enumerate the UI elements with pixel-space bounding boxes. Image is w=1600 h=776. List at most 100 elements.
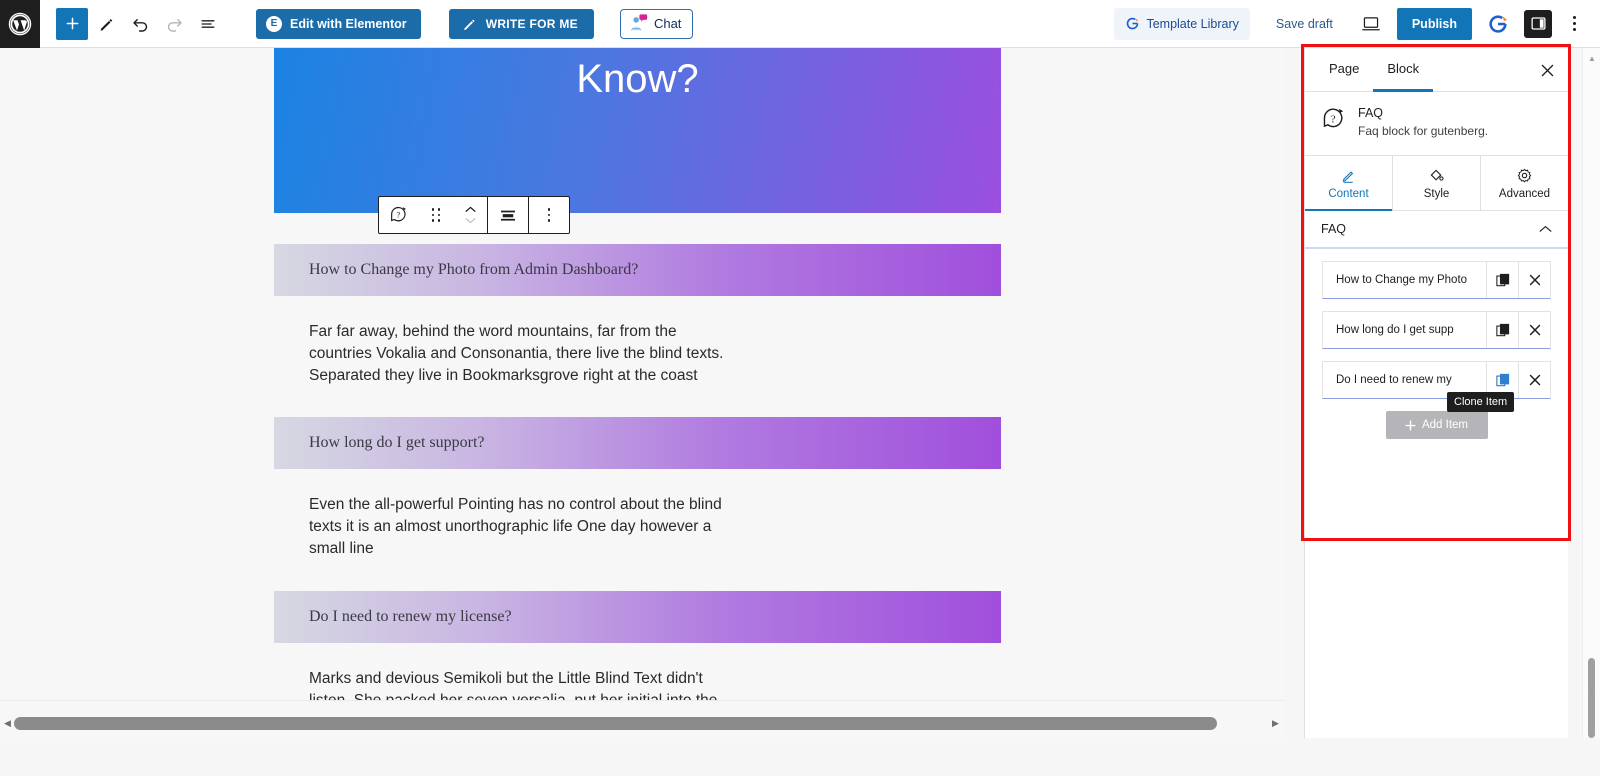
faq-answer-text: Even the all-powerful Pointing has no co… — [309, 496, 722, 557]
faq-section-header[interactable]: FAQ — [1305, 211, 1568, 249]
faq-hero-banner[interactable]: FAQ's: What Will You Need To Know? — [274, 48, 1001, 213]
gear-icon — [1517, 168, 1532, 182]
write-for-me-label: WRITE FOR ME — [485, 16, 578, 31]
block-title: FAQ — [1358, 106, 1384, 120]
faq-items-list: How to Change my Photo How long do I get… — [1305, 249, 1568, 439]
elementor-badge-icon: E — [266, 15, 282, 32]
settings-panel-icon — [1530, 17, 1546, 30]
edit-with-elementor-button[interactable]: E Edit with Elementor — [256, 8, 421, 39]
wordpress-logo-icon[interactable] — [0, 0, 40, 48]
delete-item-button[interactable] — [1518, 262, 1550, 298]
close-icon — [1529, 374, 1540, 386]
more-options-button[interactable] — [1560, 8, 1588, 40]
subtab-style[interactable]: Style — [1393, 156, 1481, 210]
chevron-up-icon[interactable] — [465, 206, 476, 213]
document-overview-button[interactable] — [192, 8, 224, 40]
preview-button[interactable] — [1353, 8, 1389, 40]
edit-tool-button[interactable] — [90, 8, 122, 40]
post-content: FAQ's: What Will You Need To Know? How t… — [274, 48, 1001, 733]
page-title: FAQ's: What Will You Need To Know? — [576, 57, 699, 101]
template-library-icon — [1489, 14, 1508, 33]
subtab-advanced-label: Advanced — [1498, 187, 1551, 200]
svg-text:?: ? — [396, 211, 400, 220]
subtab-style-label: Style — [1423, 187, 1450, 200]
sidebar-tabs: Page Block — [1305, 48, 1568, 92]
triangle-right-icon[interactable]: ▶ — [1272, 718, 1279, 729]
block-toolbar-left-group: ? — [379, 197, 487, 233]
move-block-buttons[interactable] — [453, 206, 487, 224]
block-description: Faq block for gutenberg. — [1358, 124, 1489, 138]
add-item-button[interactable]: Add Item — [1385, 411, 1488, 439]
subtab-content[interactable]: Content — [1305, 156, 1393, 211]
align-center-icon — [501, 210, 515, 221]
faq-question-text: Do I need to renew my license? — [309, 607, 512, 625]
subtab-advanced[interactable]: Advanced — [1481, 156, 1568, 210]
tab-block[interactable]: Block — [1373, 48, 1434, 92]
drag-block-handle[interactable] — [419, 208, 453, 222]
block-options-button[interactable] — [529, 197, 569, 233]
faq-section-label: FAQ — [1321, 222, 1347, 236]
list-item[interactable]: Do I need to renew my — [1322, 361, 1551, 399]
horizontal-scrollbar[interactable]: ◀ ▶ — [0, 700, 1284, 738]
chat-avatar-icon — [631, 13, 648, 30]
close-sidebar-button[interactable] — [1536, 59, 1558, 81]
faq-accordion-item[interactable]: How long do I get support? Even the all-… — [274, 417, 1001, 559]
faq-item-label[interactable]: How long do I get supp — [1323, 312, 1486, 348]
triangle-down-icon[interactable]: ▼ — [1583, 686, 1600, 700]
drag-handle-icon — [431, 208, 441, 222]
faq-question-bar[interactable]: How long do I get support? — [274, 417, 1001, 470]
clone-icon — [1495, 323, 1509, 337]
sidebar-subtabs: Content Style Advanced — [1305, 156, 1568, 211]
close-icon — [1529, 324, 1540, 336]
chat-button[interactable]: Chat — [619, 8, 694, 39]
vertical-scrollbar[interactable]: ▲ ▼ — [1582, 48, 1600, 738]
clone-item-button[interactable] — [1486, 262, 1518, 298]
list-item[interactable]: How long do I get supp — [1322, 311, 1551, 349]
chevron-up-icon[interactable] — [1539, 225, 1552, 233]
clone-icon — [1495, 273, 1509, 287]
faq-question-text: How to Change my Photo from Admin Dashbo… — [309, 261, 639, 278]
editor-canvas[interactable]: FAQ's: What Will You Need To Know? How t… — [0, 48, 1284, 738]
elementor-ai-button[interactable] — [1482, 8, 1514, 40]
clone-item-button[interactable] — [1486, 312, 1518, 348]
chevron-down-icon[interactable] — [465, 217, 476, 224]
edit-with-elementor-label: Edit with Elementor — [290, 16, 407, 31]
triangle-up-icon[interactable]: ▲ — [1583, 51, 1600, 65]
settings-panel-toggle-button[interactable] — [1524, 9, 1552, 38]
more-options-icon — [547, 208, 551, 222]
undo-arrow-icon — [132, 18, 147, 32]
horizontal-scroll-track[interactable] — [0, 715, 1284, 731]
save-draft-button[interactable]: Save draft — [1262, 8, 1347, 40]
template-library-button[interactable]: Template Library — [1114, 7, 1250, 40]
faq-item-label[interactable]: How to Change my Photo — [1323, 262, 1486, 298]
template-library-label: Template Library — [1146, 16, 1239, 31]
faq-block-type-button[interactable]: ? — [379, 205, 419, 225]
clone-item-tooltip: Clone Item — [1447, 392, 1515, 412]
publish-button[interactable]: Publish — [1396, 7, 1472, 40]
align-block-button[interactable] — [488, 197, 528, 233]
undo-button[interactable] — [124, 8, 156, 40]
block-toolbar: ? — [378, 196, 570, 234]
list-view-icon — [201, 19, 215, 28]
faq-block-icon: ? — [1323, 108, 1344, 128]
svg-text:?: ? — [1331, 113, 1336, 125]
faq-question-bar[interactable]: How to Change my Photo from Admin Dashbo… — [274, 244, 1001, 296]
delete-item-button[interactable] — [1518, 312, 1550, 348]
template-library-icon — [1127, 17, 1139, 30]
faq-question-bar[interactable]: Do I need to renew my license? — [274, 590, 1001, 643]
faq-question-text: How long do I get support? — [309, 434, 485, 452]
list-item[interactable]: How to Change my Photo — [1322, 261, 1551, 299]
pencil-icon — [1342, 170, 1354, 183]
subtab-content-label: Content — [1328, 187, 1369, 200]
chat-label: Chat — [653, 16, 682, 31]
write-for-me-button[interactable]: WRITE FOR ME — [448, 8, 594, 39]
horizontal-scroll-thumb[interactable] — [14, 717, 1217, 730]
plus-icon — [66, 17, 78, 30]
tab-page[interactable]: Page — [1315, 48, 1373, 92]
redo-button[interactable] — [158, 8, 190, 40]
pencil-icon — [100, 18, 113, 31]
add-block-button[interactable] — [56, 7, 88, 40]
delete-item-button[interactable] — [1518, 362, 1550, 398]
add-item-label: Add Item — [1421, 419, 1469, 431]
faq-accordion-item[interactable]: How to Change my Photo from Admin Dashbo… — [274, 244, 1001, 386]
